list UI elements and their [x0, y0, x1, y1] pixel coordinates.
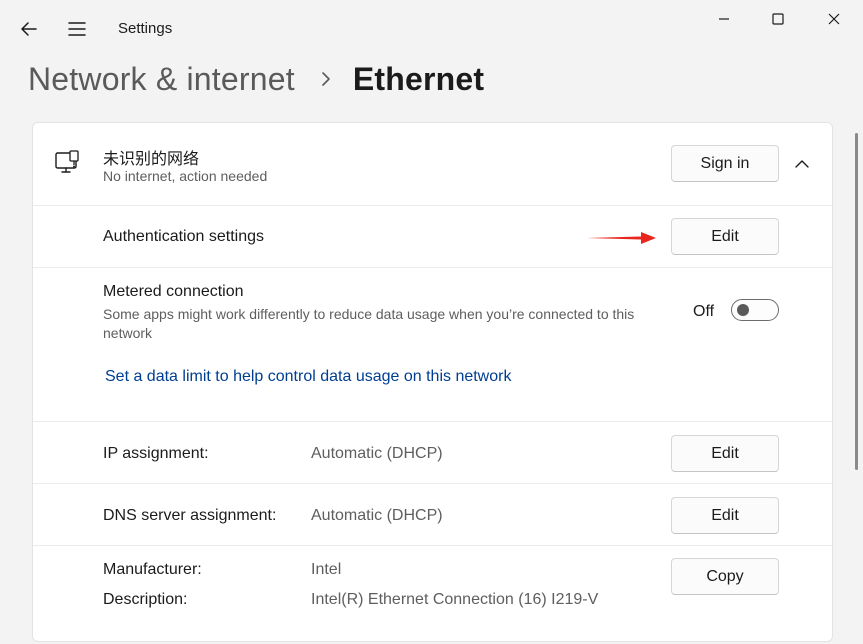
ethernet-network-icon [55, 150, 79, 173]
dns-assignment-row: DNS server assignment: Automatic (DHCP) … [33, 483, 832, 546]
metered-toggle-state: Off [693, 303, 715, 320]
breadcrumb: Network & internet Ethernet [28, 56, 484, 102]
description-label: Description: [103, 591, 188, 608]
chevron-right-icon [322, 72, 330, 86]
minimize-icon[interactable] [713, 8, 735, 30]
annotation-arrow-icon [587, 232, 656, 244]
network-name: 未识别的网络 [103, 149, 200, 168]
network-header-row[interactable]: 未识别的网络 No internet, action needed Sign i… [33, 123, 832, 205]
manufacturer-label: Manufacturer: [103, 561, 202, 578]
ip-assignment-row: IP assignment: Automatic (DHCP) Edit [33, 421, 832, 484]
metered-connection-row: Metered connection Some apps might work … [33, 267, 832, 422]
close-icon[interactable] [823, 8, 845, 30]
back-arrow-icon[interactable] [17, 17, 41, 41]
page-title: Ethernet [352, 60, 485, 97]
data-limit-link[interactable]: Set a data limit to help control data us… [105, 368, 511, 386]
description-value: Intel(R) Ethernet Connection (16) I219-V [311, 591, 599, 608]
breadcrumb-parent-link[interactable]: Network & internet [28, 61, 295, 98]
ip-assignment-label: IP assignment: [103, 445, 209, 462]
sign-in-button[interactable]: Sign in [671, 145, 779, 182]
ethernet-settings-panel: 未识别的网络 No internet, action needed Sign i… [32, 122, 833, 642]
metered-connection-label: Metered connection [103, 283, 244, 300]
manufacturer-value: Intel [311, 561, 342, 578]
network-status: No internet, action needed [103, 168, 268, 184]
authentication-edit-button[interactable]: Edit [671, 218, 779, 255]
metered-connection-toggle[interactable] [731, 299, 779, 321]
hamburger-menu-icon[interactable] [65, 17, 89, 41]
authentication-settings-label: Authentication settings [103, 228, 264, 245]
window-title: Settings [118, 20, 173, 37]
copy-button[interactable]: Copy [671, 558, 779, 595]
metered-connection-description: Some apps might work differently to redu… [103, 306, 635, 341]
authentication-settings-row: Authentication settings Edit [33, 205, 832, 268]
toggle-knob [737, 304, 749, 316]
dns-assignment-value: Automatic (DHCP) [311, 507, 443, 524]
dns-assignment-edit-button[interactable]: Edit [671, 497, 779, 534]
maximize-icon[interactable] [767, 8, 789, 30]
ip-assignment-value: Automatic (DHCP) [311, 445, 443, 462]
chevron-up-icon[interactable] [793, 155, 811, 173]
ip-assignment-edit-button[interactable]: Edit [671, 435, 779, 472]
adapter-properties-row: Manufacturer: Intel Description: Intel(R… [33, 545, 832, 644]
dns-assignment-label: DNS server assignment: [103, 507, 277, 524]
scrollbar-thumb[interactable] [855, 133, 858, 470]
title-bar: Settings [0, 0, 863, 58]
